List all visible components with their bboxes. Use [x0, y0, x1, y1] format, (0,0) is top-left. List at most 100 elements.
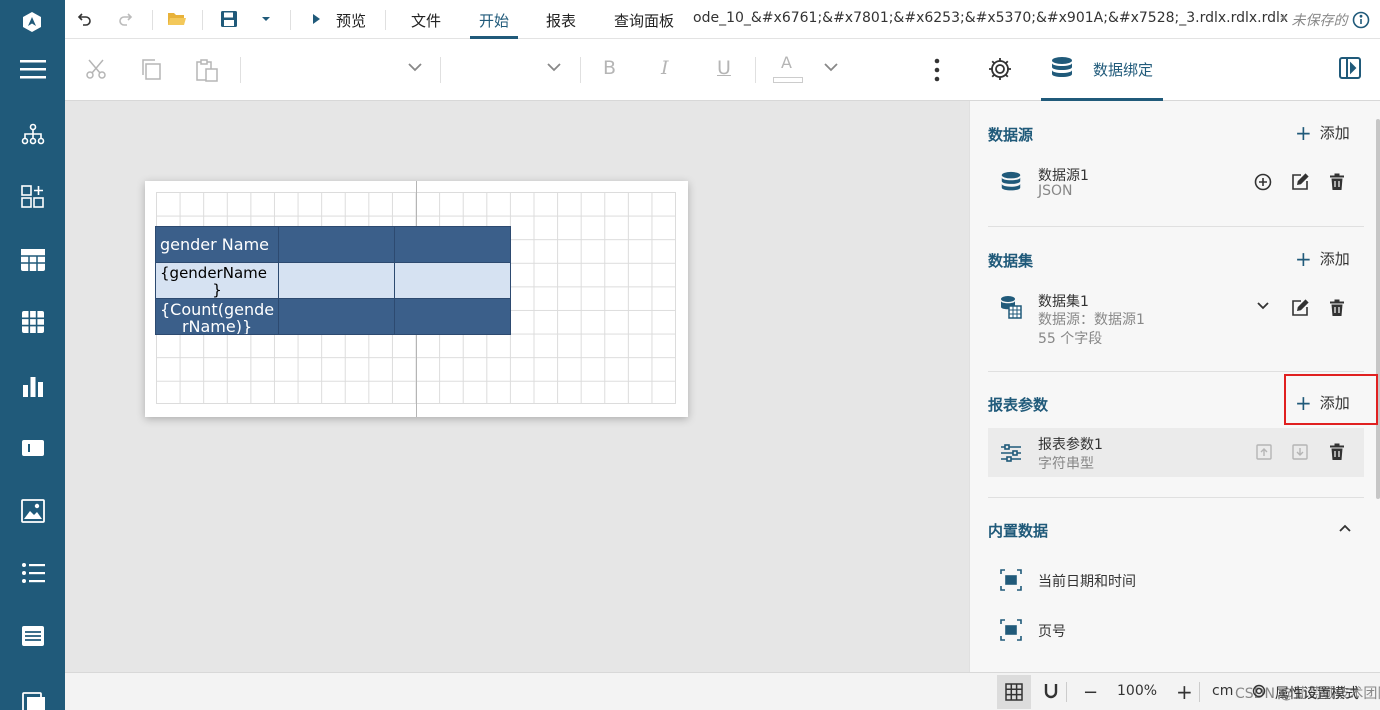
report-table[interactable]: gender Name {genderName} {Count(gende rNa… — [154, 226, 511, 335]
move-up-icon[interactable] — [1256, 444, 1272, 464]
move-down-icon[interactable] — [1292, 444, 1308, 464]
grid-icon — [1005, 683, 1023, 701]
delete-icon[interactable] — [1329, 173, 1345, 195]
menu-icon[interactable] — [0, 45, 65, 93]
detail-cell-line2: } — [212, 280, 222, 298]
app-logo-icon — [21, 11, 43, 33]
matrix-icon[interactable] — [0, 298, 65, 346]
left-sidebar — [0, 0, 65, 710]
components-icon[interactable] — [0, 173, 65, 221]
field-expression-icon — [1000, 619, 1022, 645]
magnet-snap-icon[interactable] — [1043, 683, 1059, 705]
redo-icon[interactable] — [117, 10, 135, 32]
add-dataset-label: 添加 — [1319, 250, 1350, 268]
add-datasource-button[interactable]: + 添加 — [1295, 122, 1350, 143]
report-explorer-icon[interactable] — [0, 110, 65, 158]
underline-button[interactable]: U — [717, 57, 731, 79]
datasource-item[interactable]: 数据源1 JSON — [988, 161, 1364, 205]
font-color-dropdown-icon[interactable] — [823, 61, 839, 77]
paste-icon[interactable] — [195, 58, 219, 86]
copy-icon[interactable] — [140, 58, 162, 84]
dataset-section-title: 数据集 — [988, 252, 1034, 270]
table-detail-row[interactable]: {genderName} — [154, 262, 511, 299]
italic-button[interactable]: I — [661, 57, 669, 79]
list-icon[interactable] — [0, 549, 65, 597]
add-datasource-label: 添加 — [1319, 124, 1350, 142]
font-family-dropdown-icon[interactable] — [407, 61, 423, 77]
builtin-item-datetime[interactable]: 当前日期和时间 — [988, 563, 1364, 597]
chevron-up-icon[interactable] — [1338, 522, 1352, 538]
bold-button[interactable]: B — [603, 57, 616, 79]
plus-icon: + — [1295, 246, 1312, 271]
tab-file[interactable]: 文件 — [411, 10, 441, 31]
param-item[interactable]: 报表参数1 字符串型 — [988, 428, 1364, 477]
more-options-icon[interactable] — [933, 57, 941, 87]
save-icon[interactable] — [220, 10, 238, 32]
table-cell[interactable]: gender Name — [154, 226, 280, 263]
header-cell-text: gender Name — [160, 235, 270, 254]
chevron-down-icon[interactable] — [1256, 300, 1270, 316]
field-expression-icon — [1000, 569, 1022, 595]
plus-icon: + — [1295, 120, 1312, 145]
font-color-swatch — [773, 77, 803, 83]
zoom-out-icon[interactable]: − — [1083, 682, 1098, 703]
tablix-icon[interactable] — [0, 612, 65, 660]
table-cell[interactable]: {genderName} — [154, 262, 280, 299]
save-dropdown-icon[interactable] — [260, 10, 272, 32]
preview-play-icon[interactable] — [310, 10, 322, 32]
tab-home[interactable]: 开始 — [479, 10, 509, 31]
table-cell[interactable] — [278, 226, 396, 263]
data-binding-panel: 数据源 + 添加 数据源1 JSON 数据集 + 添加 数据集1 数据源：数据源… — [969, 101, 1380, 672]
table-cell[interactable] — [394, 262, 511, 299]
table-cell[interactable] — [394, 298, 511, 335]
tab-report[interactable]: 报表 — [546, 10, 576, 31]
zoom-level: 100% — [1117, 683, 1158, 699]
statusbar: − 100% + cm CSDN @葡萄城技术团队 属性设置模式 — [65, 672, 1380, 710]
detail-cell-line1: {genderName — [160, 263, 267, 282]
report-page[interactable]: gender Name {genderName} {Count(gende rNa… — [145, 181, 688, 417]
edit-icon[interactable] — [1291, 299, 1309, 321]
design-canvas[interactable]: gender Name {genderName} {Count(gende rNa… — [65, 101, 969, 672]
grid-toggle-button[interactable] — [997, 675, 1031, 709]
panel-scrollbar[interactable] — [1376, 119, 1380, 499]
settings-mode-gear-icon[interactable] — [1251, 683, 1267, 703]
table-cell[interactable] — [278, 262, 396, 299]
table-cell[interactable] — [394, 226, 511, 263]
zoom-in-icon[interactable]: + — [1176, 680, 1193, 704]
delete-icon[interactable] — [1329, 299, 1345, 321]
unit-selector[interactable]: cm — [1212, 683, 1233, 699]
table-cell[interactable]: {Count(gende rName)} — [154, 298, 280, 335]
preview-button[interactable]: 预览 — [336, 10, 366, 31]
font-color-button[interactable]: A — [781, 53, 792, 72]
sliders-icon — [1000, 443, 1022, 467]
builtin-item-pagenum[interactable]: 页号 — [988, 613, 1364, 647]
image-icon[interactable] — [0, 487, 65, 535]
open-folder-icon[interactable] — [167, 10, 187, 32]
property-mode-label[interactable]: 属性设置模式 — [1275, 683, 1359, 703]
textbox-icon[interactable] — [0, 424, 65, 472]
toolbar: B I U A 数据绑定 — [65, 39, 1380, 101]
table-footer-row[interactable]: {Count(gende rName)} — [154, 298, 511, 335]
unsaved-indicator: * 未保存的 — [1280, 13, 1348, 29]
add-dataset-button[interactable]: + 添加 — [1295, 248, 1350, 269]
table-cell[interactable] — [278, 298, 396, 335]
toggle-panel-icon[interactable] — [1338, 56, 1362, 84]
section-divider — [988, 371, 1364, 372]
chart-icon[interactable] — [0, 362, 65, 410]
undo-icon[interactable] — [75, 10, 93, 32]
dataset-item[interactable]: 数据集1 数据源：数据源1 55 个字段 — [988, 287, 1364, 347]
info-icon[interactable] — [1352, 11, 1370, 33]
tab-query-panel[interactable]: 查询面板 — [614, 10, 674, 31]
delete-icon[interactable] — [1329, 443, 1345, 465]
add-dataset-circle-icon[interactable] — [1254, 173, 1272, 195]
builtin-datetime-label: 当前日期和时间 — [1038, 574, 1136, 590]
cut-icon[interactable] — [85, 58, 107, 84]
data-binding-tab[interactable]: 数据绑定 — [1041, 39, 1163, 101]
table-header-row[interactable]: gender Name — [154, 226, 511, 263]
font-size-dropdown-icon[interactable] — [546, 61, 562, 77]
edit-icon[interactable] — [1291, 173, 1309, 195]
settings-gear-icon[interactable] — [987, 56, 1013, 86]
subreport-icon[interactable] — [0, 672, 65, 710]
total-cell-line2: rName)} — [181, 316, 253, 334]
table-icon[interactable] — [0, 236, 65, 284]
